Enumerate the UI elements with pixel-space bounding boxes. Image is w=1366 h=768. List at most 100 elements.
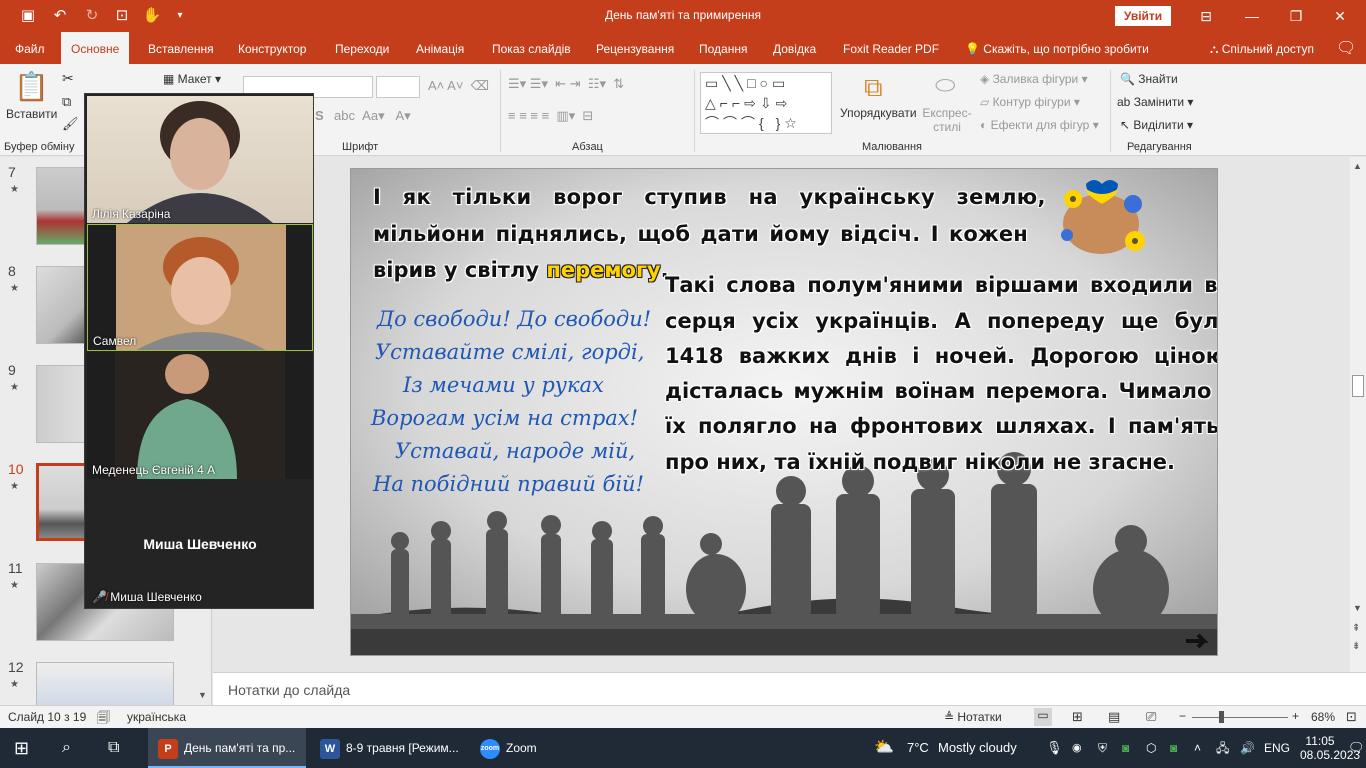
copy-icon[interactable]: ⧉ bbox=[62, 94, 71, 110]
tab-animations[interactable]: Анімація bbox=[406, 32, 474, 64]
task-view-icon[interactable]: ⧉ bbox=[108, 728, 119, 768]
tray-app-icon[interactable]: ⬡ bbox=[1146, 728, 1156, 768]
reading-view-icon[interactable]: ▤ bbox=[1108, 709, 1120, 725]
slide-sorter-icon[interactable]: ⊞ bbox=[1072, 709, 1083, 725]
zoom-tray-icon[interactable]: ◉ bbox=[1072, 728, 1082, 768]
shape-outline-label: Контур фігури bbox=[992, 95, 1071, 109]
show-hidden-icons[interactable]: ˄ bbox=[1194, 728, 1201, 768]
format-painter-icon[interactable]: 🖌 bbox=[62, 116, 79, 132]
minimize-button[interactable]: — bbox=[1232, 4, 1272, 28]
taskbar-app-powerpoint[interactable]: P День пам'яті та пр... bbox=[148, 728, 306, 768]
find-button[interactable]: 🔍 Знайти bbox=[1120, 72, 1178, 86]
tray-app-icon[interactable]: ◙ bbox=[1170, 728, 1177, 768]
tell-me-box[interactable]: 💡 Скажіть, що потрібно зробити bbox=[955, 32, 1159, 64]
tab-review[interactable]: Рецензування bbox=[586, 32, 684, 64]
share-label: Спільний доступ bbox=[1221, 42, 1314, 56]
comments-icon[interactable]: 🗨 bbox=[1326, 32, 1366, 64]
zoom-video-panel[interactable]: Лілія Казаріна Самвел Меденець Євгеній 4… bbox=[84, 93, 314, 609]
notes-pane[interactable]: Нотатки до слайда bbox=[213, 672, 1366, 705]
slideshow-icon[interactable]: ⎚ bbox=[1146, 709, 1156, 725]
shapes-gallery[interactable]: ▭╲╲□○▭ △⌐⌐⇨⇩⇨ ⌒⌒⌒{ }☆ bbox=[700, 72, 832, 134]
quick-styles-button[interactable]: Експрес-стилі bbox=[922, 106, 972, 134]
input-language[interactable]: ENG bbox=[1264, 728, 1290, 768]
weather-icon[interactable]: ⛅ bbox=[874, 728, 894, 768]
scroll-thumb[interactable] bbox=[1352, 375, 1364, 397]
tray-app-icon[interactable]: ◙ bbox=[1122, 728, 1129, 768]
thumb-number: 7 bbox=[8, 164, 16, 180]
zoom-level[interactable]: 68% bbox=[1311, 710, 1335, 724]
scroll-down-icon[interactable]: ▼ bbox=[1353, 603, 1362, 613]
align-icons[interactable]: ≡ ≡ ≡ ≡ ▥▾ ⊟ bbox=[508, 108, 593, 124]
replace-button[interactable]: ab Замінити ▾ bbox=[1117, 95, 1193, 109]
video-tile-3[interactable]: Меденець Євгеній 4 А bbox=[87, 352, 313, 479]
tab-home[interactable]: Основне bbox=[61, 32, 130, 64]
paste-icon[interactable]: 📋 bbox=[14, 70, 49, 103]
video-tile-4[interactable]: Миша Шевченко 🎤̸ Миша Шевченко bbox=[87, 480, 313, 608]
volume-icon[interactable]: 🔊 bbox=[1240, 728, 1255, 768]
zoom-slider[interactable] bbox=[1192, 717, 1288, 718]
tab-transitions[interactable]: Переходи bbox=[325, 32, 399, 64]
quick-styles-icon[interactable]: ⬭ bbox=[935, 72, 956, 100]
shape-fill-button[interactable]: ◈ Заливка фігури ▾ bbox=[980, 72, 1088, 86]
share-button[interactable]: ⛬ Спільний доступ bbox=[1200, 32, 1324, 64]
start-button[interactable]: ⊞ bbox=[14, 728, 29, 768]
video-tile-1[interactable]: Лілія Казаріна bbox=[87, 96, 313, 223]
clock[interactable]: 11:05 08.05.2023 bbox=[1300, 728, 1360, 768]
prev-slide-icon[interactable]: ⇞ bbox=[1352, 623, 1360, 634]
paste-button[interactable]: Вставити bbox=[6, 107, 57, 121]
bullets-icon[interactable]: ☰▾ ☰▾ ⇤ ⇥ ☷▾ ⇅ bbox=[508, 76, 624, 92]
select-button[interactable]: ↖ Виділити ▾ bbox=[1120, 118, 1193, 132]
slide-thumbnail-12[interactable] bbox=[36, 662, 174, 705]
weather-temp[interactable]: 7°C bbox=[907, 728, 929, 768]
zoom-in-icon[interactable]: + bbox=[1292, 709, 1299, 723]
maximize-button[interactable]: ❐ bbox=[1276, 4, 1316, 28]
weather-description[interactable]: Mostly cloudy bbox=[938, 728, 1017, 768]
tab-design[interactable]: Конструктор bbox=[228, 32, 316, 64]
arrange-button[interactable]: Упорядкувати bbox=[840, 106, 917, 120]
tab-file[interactable]: Файл bbox=[5, 32, 55, 64]
taskbar-app-zoom[interactable]: zoom Zoom bbox=[472, 728, 572, 768]
notes-toggle[interactable]: ≜ Нотатки bbox=[944, 710, 1002, 724]
taskbar-app-label: 8-9 травня [Режим... bbox=[346, 741, 459, 755]
zoom-icon: zoom bbox=[480, 738, 500, 759]
next-slide-icon[interactable]: ⇟ bbox=[1352, 641, 1360, 652]
zoom-out-icon[interactable]: − bbox=[1179, 709, 1186, 723]
tab-slideshow[interactable]: Показ слайдів bbox=[482, 32, 581, 64]
network-icon[interactable]: 🖧 bbox=[1216, 728, 1229, 768]
normal-view-icon[interactable]: ▭ bbox=[1034, 708, 1052, 726]
scroll-down-icon[interactable]: ▼ bbox=[198, 690, 207, 700]
editor-scrollbar[interactable]: ▲ ▼ ⇞ ⇟ bbox=[1350, 157, 1366, 672]
tab-insert[interactable]: Вставлення bbox=[138, 32, 224, 64]
grow-font-icon[interactable]: A˄ A˅ ⌫ bbox=[428, 78, 489, 94]
shape-outline-button[interactable]: ▱ Контур фігури ▾ bbox=[980, 95, 1080, 109]
font-size-select[interactable] bbox=[376, 76, 420, 98]
tab-view[interactable]: Подання bbox=[689, 32, 757, 64]
notifications-icon[interactable]: 🗨 bbox=[1348, 728, 1365, 768]
powerpoint-icon: P bbox=[158, 738, 178, 759]
search-icon[interactable]: ⌕ bbox=[62, 728, 71, 768]
slide-canvas[interactable]: І як тільки ворог ступив на українську з… bbox=[350, 168, 1218, 656]
char-spacing-icon[interactable]: abc Aa▾ A▾ bbox=[334, 108, 411, 124]
taskbar-app-word[interactable]: W 8-9 травня [Режим... bbox=[310, 728, 468, 768]
ribbon-display-icon[interactable]: ⊟ bbox=[1186, 4, 1226, 28]
fit-to-window-icon[interactable]: ⊡ bbox=[1346, 709, 1357, 725]
video-tile-2[interactable]: Самвел bbox=[87, 224, 313, 351]
zoom-slider-thumb[interactable] bbox=[1219, 711, 1224, 723]
shadow-icon[interactable]: S bbox=[315, 108, 324, 123]
arrange-icon[interactable]: ⧉ bbox=[864, 72, 883, 104]
microphone-icon[interactable]: 🎙 bbox=[1046, 728, 1063, 768]
poem-line-5: Уставай, народе мій, bbox=[395, 439, 636, 463]
scroll-up-icon[interactable]: ▲ bbox=[1353, 161, 1362, 171]
shape-effects-button[interactable]: ◐ Ефекти для фігур ▾ bbox=[980, 118, 1099, 132]
group-clipboard-label: Буфер обміну bbox=[4, 141, 75, 153]
cut-icon[interactable]: ✂ bbox=[62, 70, 74, 87]
close-button[interactable]: ✕ bbox=[1320, 4, 1360, 28]
layout-button[interactable]: ▦ Макет ▾ bbox=[163, 72, 221, 86]
antivirus-tray-icon[interactable]: ⛨ bbox=[1098, 728, 1107, 768]
tab-foxit[interactable]: Foxit Reader PDF bbox=[833, 32, 949, 64]
slide-intro-line-1: І як тільки ворог ступив на українську з… bbox=[373, 185, 1046, 209]
tab-help[interactable]: Довідка bbox=[763, 32, 826, 64]
signin-button[interactable]: Увійти bbox=[1115, 6, 1171, 26]
animation-star-icon: ★ bbox=[10, 382, 19, 393]
language-label[interactable]: українська bbox=[127, 710, 186, 724]
